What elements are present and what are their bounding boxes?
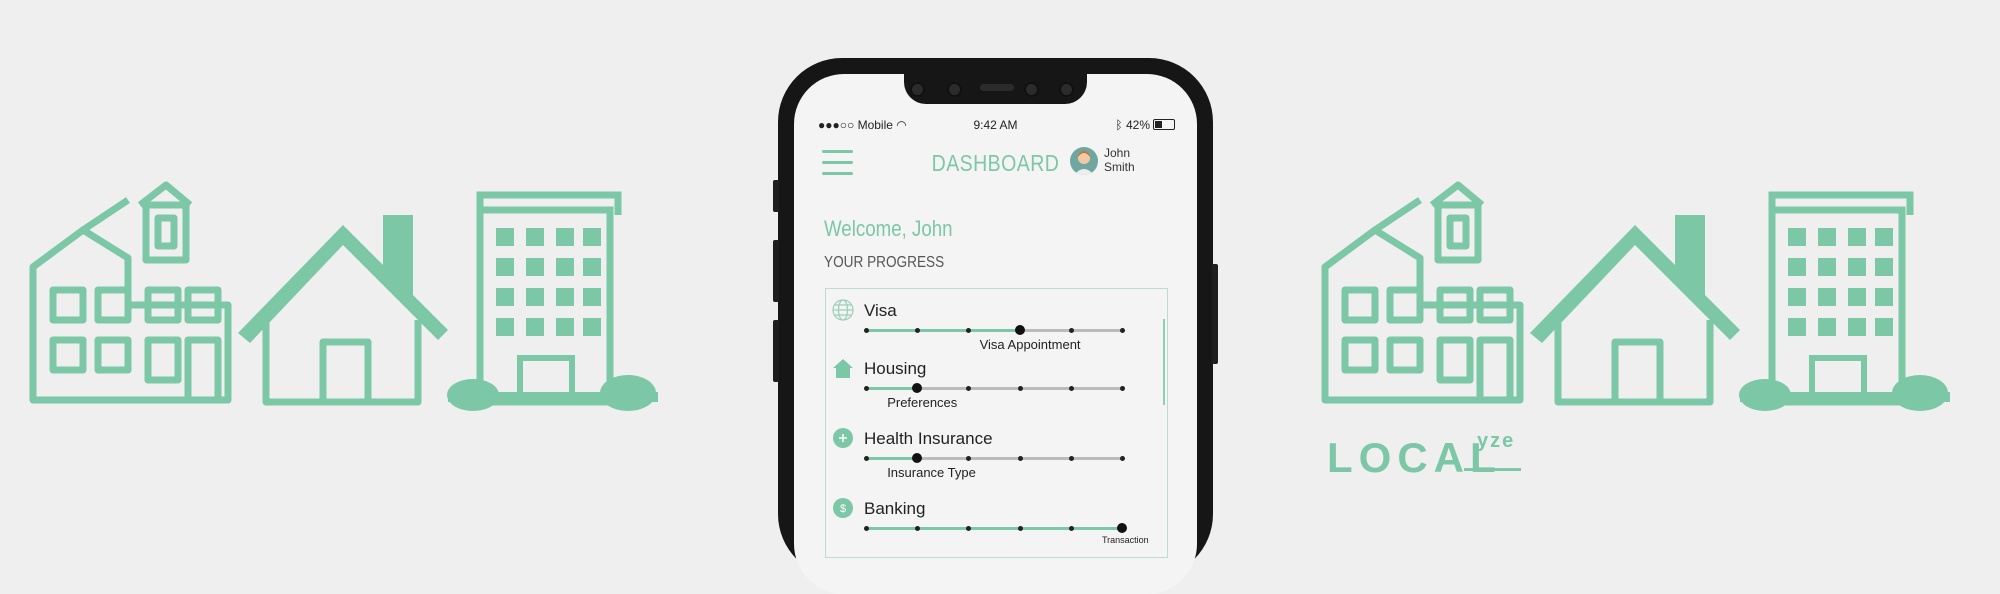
progress-step-dot	[864, 456, 869, 461]
progress-step-dot	[1017, 526, 1023, 531]
progress-track: Transaction	[864, 523, 1149, 545]
progress-current-marker	[912, 383, 923, 393]
camera-icon	[1059, 82, 1074, 97]
progress-step-label: Preferences	[887, 395, 958, 410]
buildings-illustration-right	[1321, 181, 1950, 411]
progress-fill	[866, 387, 918, 390]
progress-item-banking[interactable]: $ Banking Transaction	[826, 487, 1167, 545]
progress-current-marker	[1117, 523, 1127, 533]
logo-main-text: LOCAL	[1327, 434, 1502, 481]
progress-track: Preferences	[864, 383, 1125, 410]
progress-step-label: Insurance Type	[887, 465, 976, 480]
progress-fill	[866, 527, 1122, 530]
progress-step-dot	[864, 328, 869, 333]
phone-notch	[904, 74, 1087, 104]
user-first-name: John	[1104, 146, 1131, 160]
camera-icon	[910, 82, 925, 97]
globe-icon	[832, 299, 854, 321]
progress-step-dot	[1120, 328, 1125, 333]
progress-item-housing[interactable]: Housing Preferences	[826, 347, 1167, 410]
logo-sup-text: yze	[1477, 430, 1516, 452]
progress-step-dot	[1068, 328, 1074, 333]
progress-fill	[866, 457, 918, 460]
progress-step-dot	[966, 328, 972, 333]
status-bar: ●●●○○ Mobile ◠ 9:42 AM ᛒ 42%	[794, 118, 1197, 132]
progress-step-dot	[915, 328, 921, 333]
user-last-name: Smith	[1104, 160, 1135, 174]
progress-heading: YOUR PROGRESS	[824, 254, 945, 271]
progress-item-health-insurance[interactable]: Health Insurance Insurance Type	[826, 417, 1167, 480]
svg-text:$: $	[840, 503, 846, 515]
progress-item-label: Visa	[864, 301, 897, 320]
progress-current-marker	[1014, 325, 1025, 335]
localyze-logo: LOCAL yze	[1327, 428, 1527, 481]
bluetooth-icon: ᛒ	[1115, 118, 1123, 132]
phone-side-button	[773, 320, 779, 382]
battery-status: ᛒ 42%	[1115, 118, 1175, 132]
progress-step-dot	[1120, 386, 1125, 391]
phone-side-button	[1212, 264, 1218, 364]
progress-step-dot	[966, 456, 972, 461]
progress-step-dot	[1068, 526, 1074, 531]
progress-step-dot	[1068, 386, 1074, 391]
progress-step-dot	[966, 386, 972, 391]
progress-step-dot	[864, 386, 869, 391]
progress-step-dot	[1017, 456, 1023, 461]
progress-step-dot	[966, 526, 972, 531]
progress-step-dot	[915, 526, 921, 531]
phone-side-button	[773, 180, 779, 212]
speaker-grille	[980, 84, 1014, 91]
progress-item-visa[interactable]: Visa Visa Appointment	[826, 289, 1167, 352]
buildings-illustration-left	[29, 181, 658, 411]
camera-icon	[947, 82, 962, 97]
camera-icon	[1024, 82, 1039, 97]
dollar-circle-icon: $	[833, 498, 853, 518]
progress-track: Visa Appointment	[864, 325, 1125, 352]
phone-mockup: ●●●○○ Mobile ◠ 9:42 AM ᛒ 42% DASHBOARD J…	[773, 58, 1218, 594]
logo-underline	[1464, 468, 1521, 471]
progress-item-label: Housing	[864, 359, 927, 378]
welcome-message: Welcome, John	[824, 216, 953, 241]
battery-icon	[1153, 119, 1175, 130]
phone-side-button	[773, 240, 779, 302]
progress-step-dot	[864, 526, 869, 531]
phone-screen: ●●●○○ Mobile ◠ 9:42 AM ᛒ 42% DASHBOARD J…	[794, 74, 1197, 594]
progress-step-dot	[1017, 386, 1023, 391]
plus-circle-icon	[833, 428, 853, 448]
progress-current-marker	[912, 453, 923, 463]
progress-item-label: Banking	[864, 499, 926, 518]
avatar[interactable]	[1070, 147, 1098, 175]
progress-item-label: Health Insurance	[864, 429, 993, 448]
progress-fill	[866, 329, 1020, 332]
user-name[interactable]: John Smith	[1104, 146, 1135, 174]
progress-step-dot	[1068, 456, 1074, 461]
progress-track: Insurance Type	[864, 453, 1125, 480]
progress-step-label: Transaction	[1102, 535, 1149, 545]
progress-card: Visa Visa Appointment Housing Preference…	[825, 288, 1168, 558]
house-icon	[833, 359, 853, 378]
progress-step-dot	[1120, 456, 1125, 461]
